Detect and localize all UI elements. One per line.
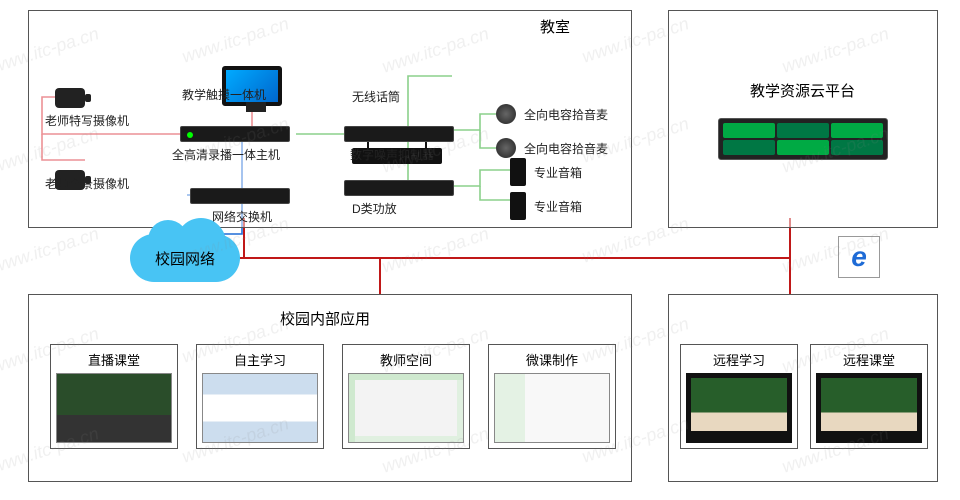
noise-suppressor-label: 数字噪声抑制器 <box>350 146 434 163</box>
class-d-amp-label: D类功放 <box>352 200 397 217</box>
class-d-amp-icon <box>344 180 454 196</box>
campus-network-cloud: 校园网络 <box>130 234 240 282</box>
camera-closeup-icon <box>55 88 85 108</box>
app-live-classroom: 直播课堂 <box>50 344 178 449</box>
network-switch-label: 网络交换机 <box>212 208 272 225</box>
app-microlecture-thumb <box>494 373 610 443</box>
speaker-2-label: 专业音箱 <box>534 198 582 215</box>
campus-network-label: 校园网络 <box>155 248 215 269</box>
classroom-title: 教室 <box>540 16 570 37</box>
app-remote-classroom: 远程课堂 <box>810 344 928 449</box>
camera-closeup-label: 老师特写摄像机 <box>45 112 129 129</box>
app-teacher-space: 教师空间 <box>342 344 470 449</box>
omni-mic-2-icon <box>496 138 516 158</box>
recorder-host-icon <box>180 126 290 142</box>
app-live-classroom-thumb <box>56 373 172 443</box>
network-switch-icon <box>190 188 290 204</box>
app-remote-classroom-thumb <box>816 373 922 443</box>
omni-mic-2-label: 全向电容拾音麦 <box>524 140 608 157</box>
app-live-classroom-label: 直播课堂 <box>56 350 172 369</box>
app-self-study: 自主学习 <box>196 344 324 449</box>
speaker-1-label: 专业音箱 <box>534 164 582 181</box>
cloud-server-icon <box>718 118 888 160</box>
omni-mic-1-label: 全向电容拾音麦 <box>524 106 608 123</box>
touch-display-label: 教学触摸一体机 <box>182 86 266 103</box>
app-remote-study: 远程学习 <box>680 344 798 449</box>
camera-panorama-label: 老师全景摄像机 <box>45 175 129 192</box>
app-remote-classroom-label: 远程课堂 <box>816 350 922 369</box>
wireless-mic-label: 无线话筒 <box>352 88 400 105</box>
cloud-platform-title: 教学资源云平台 <box>750 80 855 101</box>
internal-apps-title: 校园内部应用 <box>280 308 370 329</box>
app-teacher-space-thumb <box>348 373 464 443</box>
internet-explorer-icon: e <box>838 236 880 278</box>
app-teacher-space-label: 教师空间 <box>348 350 464 369</box>
app-self-study-thumb <box>202 373 318 443</box>
app-remote-study-label: 远程学习 <box>686 350 792 369</box>
speaker-1-icon <box>510 158 526 186</box>
recorder-host-label: 全高清录播一体主机 <box>172 146 280 163</box>
app-microlecture-label: 微课制作 <box>494 350 610 369</box>
omni-mic-1-icon <box>496 104 516 124</box>
app-microlecture: 微课制作 <box>488 344 616 449</box>
app-self-study-label: 自主学习 <box>202 350 318 369</box>
speaker-2-icon <box>510 192 526 220</box>
noise-suppressor-icon <box>344 126 454 142</box>
app-remote-study-thumb <box>686 373 792 443</box>
